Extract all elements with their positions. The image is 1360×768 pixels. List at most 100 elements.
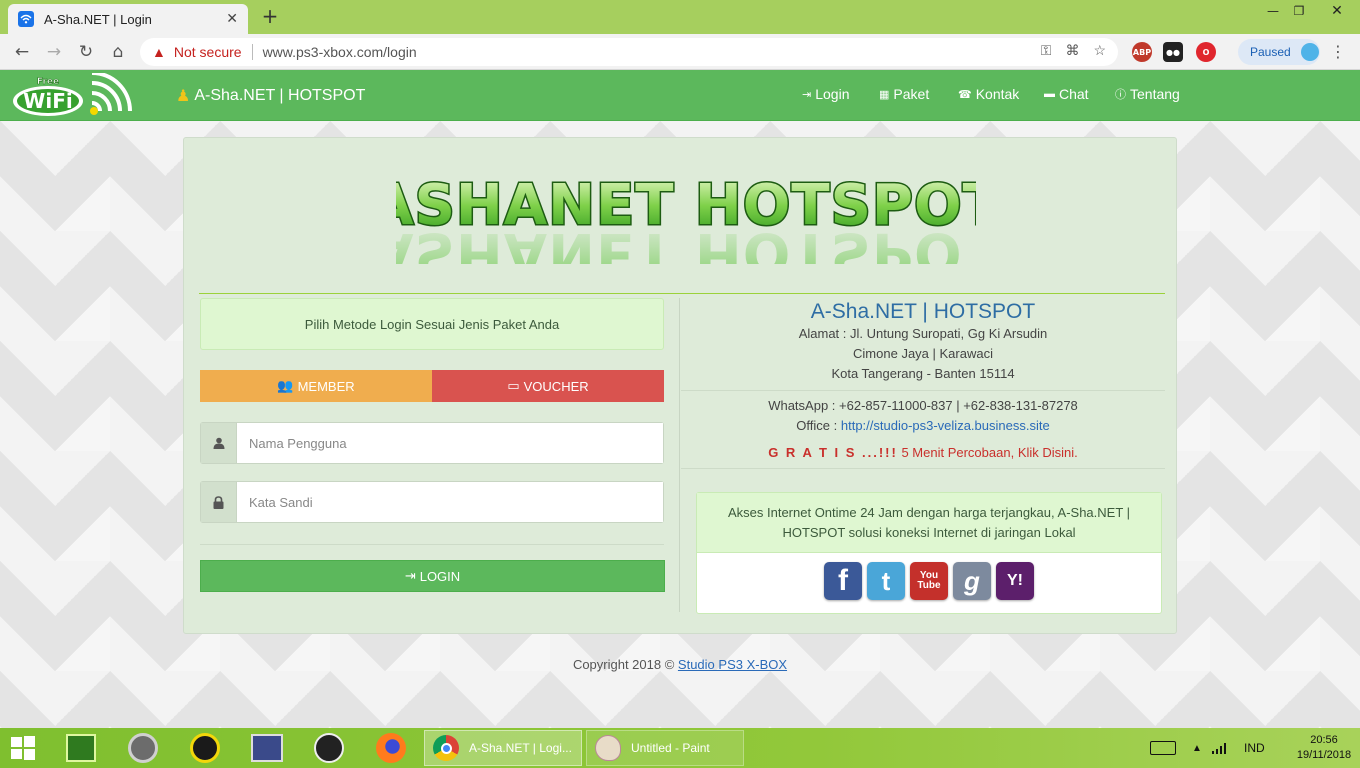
twitter-icon[interactable]: t <box>867 562 905 600</box>
maximize-button[interactable]: ❐ <box>1282 0 1316 22</box>
nav-chat-label: Chat <box>1059 86 1089 102</box>
avatar <box>1300 43 1319 61</box>
banner-reflection: ASHANET HOTSPOT <box>396 220 976 264</box>
profile-paused-button[interactable]: Paused <box>1238 39 1320 65</box>
office-line: Office : http://studio-ps3-veliza.busine… <box>681 416 1165 436</box>
trial-text: 5 Menit Percobaan, <box>897 445 1018 460</box>
taskbar-paint-window[interactable]: Untitled - Paint <box>586 730 744 766</box>
voucher-label: VOUCHER <box>523 378 589 394</box>
facebook-icon[interactable]: f <box>824 562 862 600</box>
info-title: A-Sha.NET | HOTSPOT <box>810 300 1036 323</box>
phone-icon: ☎ <box>958 88 972 101</box>
free-wifi-logo[interactable]: Free WiFi <box>10 73 140 119</box>
google-icon[interactable]: g <box>953 562 991 600</box>
address-bar[interactable]: ▲ Not secure www.ps3-xbox.com/login ⚿ ⌘ … <box>140 38 1118 66</box>
tab-title: A-Sha.NET | Login <box>44 11 152 27</box>
info-separator-bottom <box>681 468 1165 469</box>
browser-tabstrip: A-Sha.NET | Login ✕ + — ❐ ✕ <box>0 0 1360 34</box>
address-line-2: Cimone Jaya | Karawaci <box>853 346 993 361</box>
language-indicator[interactable]: IND <box>1244 728 1265 768</box>
clock-date: 19/11/2018 <box>1296 749 1352 761</box>
info-separator <box>681 390 1165 391</box>
nav-tentang[interactable]: ⓘ Tentang <box>1115 86 1180 102</box>
opera-extension-icon[interactable]: O <box>1196 42 1216 62</box>
login-button[interactable]: ⇥ LOGIN <box>200 560 665 592</box>
nav-chat[interactable]: ▬ Chat <box>1044 86 1089 102</box>
member-tab-button[interactable]: 👥 MEMBER <box>200 370 432 402</box>
not-secure-label[interactable]: Not secure <box>174 44 242 60</box>
gratis-label: G R A T I S ...!!! <box>768 445 898 460</box>
site-brand[interactable]: ♟ A-Sha.NET | HOTSPOT <box>176 86 365 106</box>
username-group <box>200 422 664 464</box>
promo-panel: Akses Internet Ontime 24 Jam dengan harg… <box>696 492 1162 614</box>
nav-kontak[interactable]: ☎ Kontak <box>958 86 1019 102</box>
nav-paket[interactable]: ▦ Paket <box>879 86 929 102</box>
copyright-text: Copyright 2018 © <box>572 657 678 672</box>
keyboard-icon[interactable] <box>1150 728 1176 768</box>
taskbar-clock[interactable]: 20:56 19/11/2018 <box>1294 733 1354 763</box>
close-window-button[interactable]: ✕ <box>1320 0 1354 22</box>
nav-paket-label: Paket <box>893 86 930 102</box>
login-hint: Pilih Metode Login Sesuai Jenis Paket An… <box>200 298 664 350</box>
credit-card-icon: ▭ <box>507 378 520 393</box>
column-divider <box>679 298 680 612</box>
windows-start-icon[interactable] <box>6 731 40 765</box>
reload-icon[interactable]: ↻ <box>74 40 98 64</box>
adblock-extension-icon[interactable]: ABP <box>1132 42 1152 62</box>
trial-link[interactable]: Klik Disini. <box>1018 445 1078 460</box>
office-label: Office : <box>796 418 841 433</box>
browser-tab[interactable]: A-Sha.NET | Login ✕ <box>8 4 248 34</box>
sign-in-icon: ⇥ <box>802 88 812 101</box>
wifi-favicon-icon <box>18 11 34 27</box>
users-icon: 👥 <box>277 378 294 393</box>
tab-close-icon[interactable]: ✕ <box>226 11 238 27</box>
extension-icon[interactable]: ●● <box>1163 42 1183 62</box>
card-divider <box>199 293 1165 294</box>
new-tab-button[interactable]: + <box>258 4 282 28</box>
lock-icon <box>201 482 237 522</box>
menu-kebab-icon[interactable]: ⋮ <box>1330 42 1346 61</box>
app-launcher-icon[interactable] <box>64 731 98 765</box>
login-card: ASHANET HOTSPOT ASHANET HOTSPOT Pilih Me… <box>183 137 1177 634</box>
youtube-icon[interactable]: You Tube <box>910 562 948 600</box>
bell-icon: ♟ <box>176 88 191 105</box>
show-hidden-icons[interactable]: ▲ <box>1192 728 1202 768</box>
username-input[interactable] <box>237 423 663 463</box>
clock-time: 20:56 <box>1310 734 1338 746</box>
forward-icon[interactable]: → <box>42 40 66 64</box>
yahoo-icon[interactable]: Y! <box>996 562 1034 600</box>
password-input[interactable] <box>237 482 663 522</box>
back-icon[interactable]: ← <box>10 40 34 64</box>
network-signal-icon[interactable] <box>1212 728 1228 768</box>
login-button-label: LOGIN <box>419 568 461 584</box>
obs-icon[interactable] <box>312 731 346 765</box>
nav-tentang-label: Tentang <box>1130 86 1180 102</box>
voucher-tab-button[interactable]: ▭ VOUCHER <box>432 370 664 402</box>
member-label: MEMBER <box>297 378 355 394</box>
paint-icon <box>595 735 621 761</box>
address-line-1: Alamat : Jl. Untung Suropati, Gg Ki Arsu… <box>798 326 1048 341</box>
bookmark-star-icon[interactable]: ☆ <box>1093 42 1106 59</box>
user-icon <box>201 423 237 463</box>
nav-login[interactable]: ⇥ Login <box>802 86 849 102</box>
network-app-icon[interactable] <box>188 731 222 765</box>
password-group <box>200 481 664 523</box>
taskbar-chrome-window[interactable]: A-Sha.NET | Logi... <box>424 730 582 766</box>
office-link[interactable]: http://studio-ps3-veliza.business.site <box>841 418 1050 433</box>
translate-icon[interactable]: ⌘ <box>1065 42 1079 59</box>
copyright-link[interactable]: Studio PS3 X-BOX <box>678 657 787 672</box>
firefox-icon[interactable] <box>374 731 408 765</box>
home-icon[interactable]: ⌂ <box>106 40 130 64</box>
key-icon[interactable]: ⚿ <box>1041 42 1052 59</box>
form-divider <box>200 544 664 545</box>
xbox-icon[interactable] <box>126 731 160 765</box>
paused-label: Paused <box>1250 45 1291 59</box>
trial-line: G R A T I S ...!!! 5 Menit Percobaan, Kl… <box>681 445 1165 460</box>
site-header: Free WiFi ♟ A-Sha.NET | HOTSPOT ⇥ Login ▦… <box>0 70 1360 121</box>
nav-login-label: Login <box>815 86 850 102</box>
url-text[interactable]: www.ps3-xbox.com/login <box>263 44 417 60</box>
chrome-icon <box>433 735 459 761</box>
barcode-icon: ▦ <box>879 88 890 101</box>
monitor-app-icon[interactable] <box>250 731 284 765</box>
chat-icon: ▬ <box>1044 88 1055 100</box>
